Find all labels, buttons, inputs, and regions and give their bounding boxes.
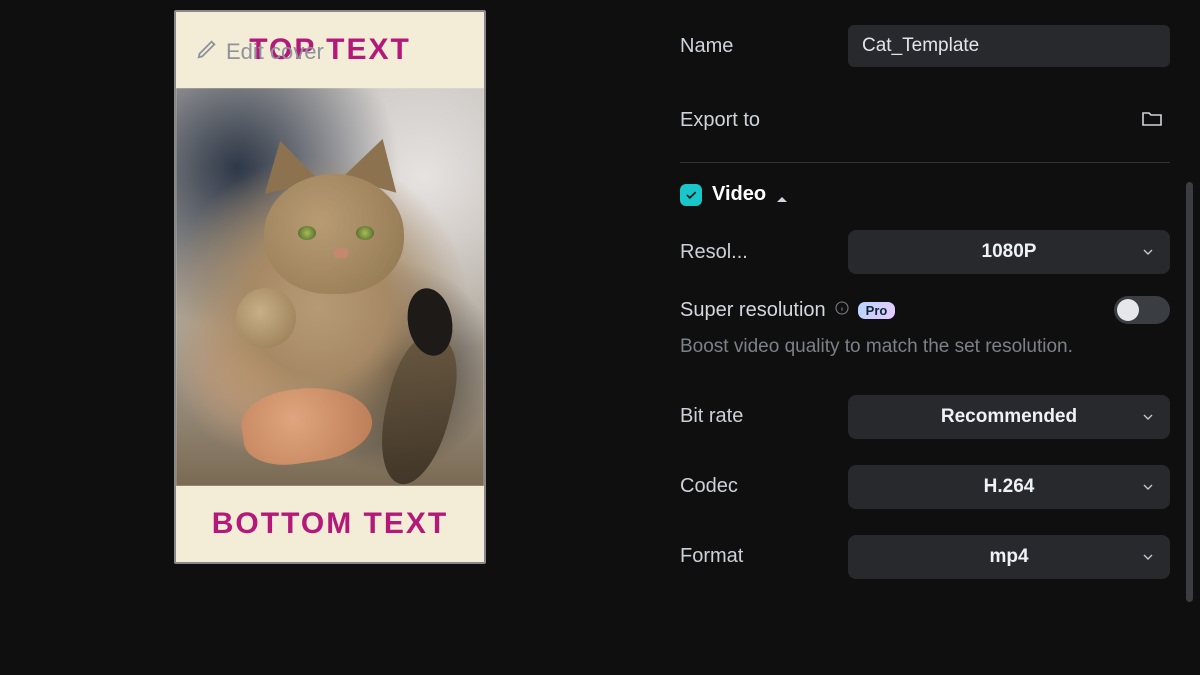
format-label: Format	[680, 545, 832, 568]
chevron-down-icon	[1140, 409, 1156, 425]
video-cover-preview[interactable]: TOP TEXT BOTTOM TEXT Edit cover	[174, 10, 486, 564]
chevron-down-icon	[1140, 479, 1156, 495]
super-resolution-toggle[interactable]	[1114, 296, 1170, 324]
super-resolution-desc: Boost video quality to match the set res…	[680, 334, 1140, 361]
pro-badge: Pro	[858, 302, 896, 319]
resolution-label: Resol...	[680, 241, 832, 264]
video-checkbox[interactable]	[680, 184, 702, 206]
bitrate-select[interactable]: Recommended	[848, 395, 1170, 439]
preview-pane: TOP TEXT BOTTOM TEXT Edit cover	[0, 0, 660, 675]
video-section-header[interactable]: Video	[680, 183, 1170, 206]
edit-cover-button[interactable]: Edit cover	[196, 38, 324, 66]
scrollbar-thumb[interactable]	[1186, 182, 1193, 602]
pencil-icon	[196, 38, 218, 66]
bitrate-value: Recommended	[941, 406, 1077, 428]
resolution-value: 1080P	[982, 241, 1037, 263]
codec-select[interactable]: H.264	[848, 465, 1170, 509]
panel-scrollbar[interactable]	[1186, 182, 1194, 650]
edit-cover-label: Edit cover	[226, 39, 324, 65]
folder-icon	[1140, 106, 1164, 135]
format-value: mp4	[989, 546, 1028, 568]
codec-label: Codec	[680, 475, 832, 498]
info-icon[interactable]	[834, 299, 850, 322]
meme-bottom-text: BOTTOM TEXT	[212, 507, 448, 541]
divider	[680, 162, 1170, 163]
cover-image	[176, 88, 484, 486]
video-section-label: Video	[712, 183, 766, 206]
video-settings: Resol... 1080P Super resolution Pro Boos…	[680, 224, 1170, 585]
format-select[interactable]: mp4	[848, 535, 1170, 579]
chevron-down-icon	[1140, 549, 1156, 565]
toggle-knob	[1117, 299, 1139, 321]
caret-up-icon	[776, 189, 788, 201]
name-value: Cat_Template	[862, 35, 979, 57]
export-panel: Name Cat_Template Export to Video	[660, 0, 1200, 675]
name-input[interactable]: Cat_Template	[848, 25, 1170, 67]
chevron-down-icon	[1140, 244, 1156, 260]
bitrate-label: Bit rate	[680, 405, 832, 428]
name-label: Name	[680, 35, 832, 58]
export-to-label: Export to	[680, 109, 832, 132]
super-resolution-label: Super resolution	[680, 299, 826, 322]
codec-value: H.264	[984, 476, 1035, 498]
export-folder-button[interactable]	[1134, 102, 1170, 138]
meme-bottom-strip: BOTTOM TEXT	[176, 486, 484, 562]
resolution-select[interactable]: 1080P	[848, 230, 1170, 274]
